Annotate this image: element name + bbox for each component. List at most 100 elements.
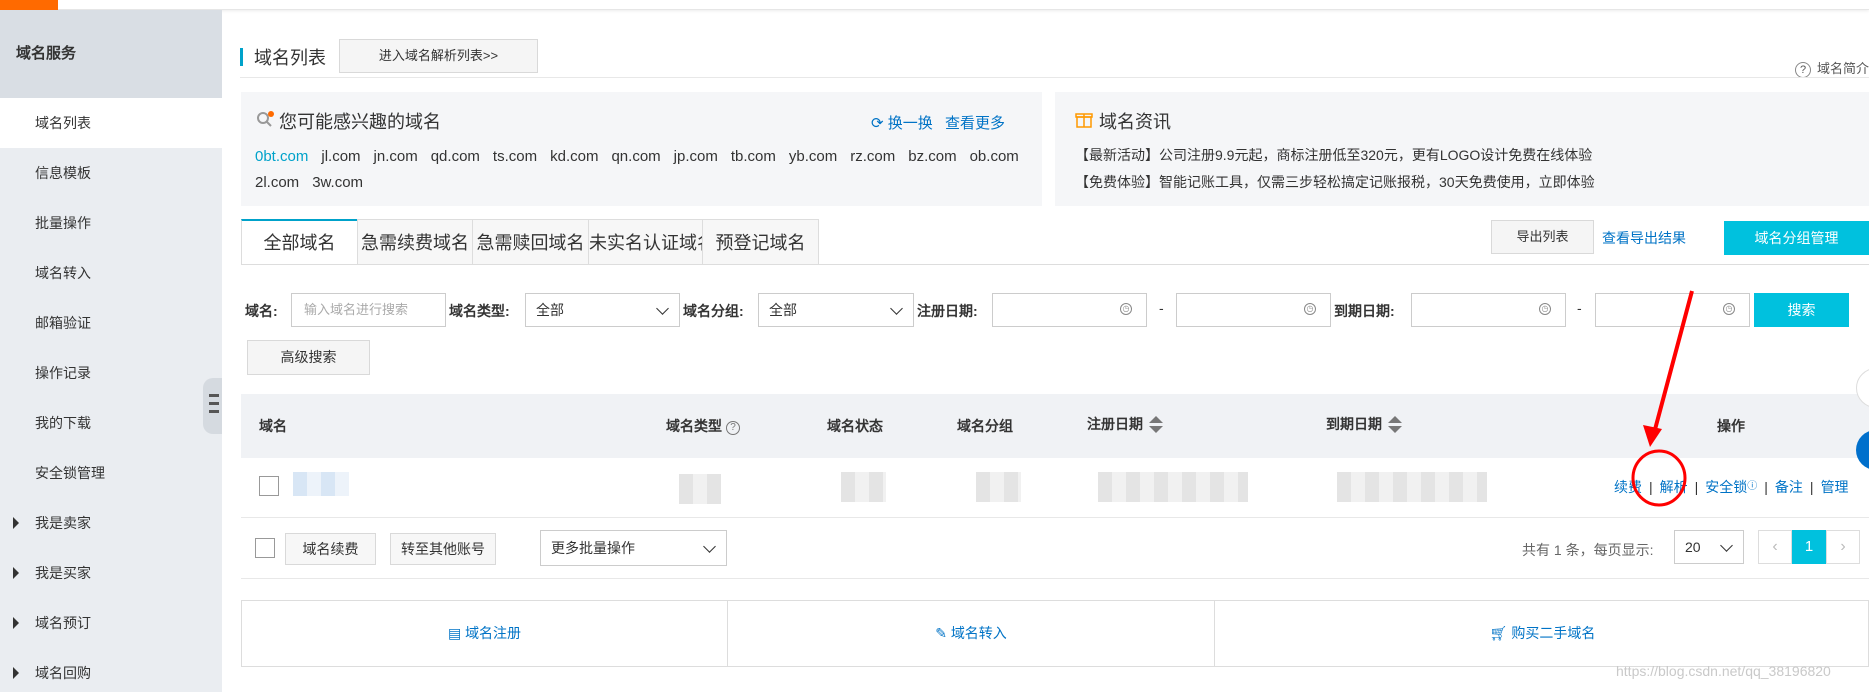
redacted-domain[interactable]: [293, 472, 349, 496]
help-link[interactable]: ? 域名简介: [1795, 58, 1869, 78]
group-select[interactable]: 全部: [758, 293, 914, 327]
refresh-link[interactable]: 换一换: [888, 115, 933, 132]
domain-suggestion[interactable]: qd.com: [431, 148, 480, 165]
domain-suggestion[interactable]: ob.com: [970, 148, 1019, 165]
news-item[interactable]: 【最新活动】公司注册9.9元起，商标注册低至320元，更有LOGO设计免费在线体…: [1075, 142, 1595, 169]
search-button[interactable]: 搜索: [1754, 293, 1849, 327]
page-size-select[interactable]: 20: [1674, 530, 1744, 564]
redacted-status: [841, 472, 886, 502]
reg-date-start-input[interactable]: ◷: [992, 293, 1147, 327]
note-link[interactable]: 备注: [1775, 479, 1803, 495]
sidebar-item-domain-list[interactable]: 域名列表: [0, 98, 222, 148]
buy-secondhand-link[interactable]: 🛒︎ 购买二手域名: [1215, 601, 1869, 666]
domain-suggestion[interactable]: jl.com: [321, 148, 360, 165]
separator: |: [1694, 479, 1699, 495]
menu-icon: [209, 402, 219, 405]
sidebar-item-batch-ops[interactable]: 批量操作: [0, 198, 222, 248]
exp-date-start-input[interactable]: ◷: [1411, 293, 1566, 327]
domain-search-input[interactable]: 输入域名进行搜索: [291, 293, 446, 327]
document-icon: ▤: [447, 625, 466, 641]
sidebar-item-info-template[interactable]: 信息模板: [0, 148, 222, 198]
export-list-button[interactable]: 导出列表: [1491, 220, 1594, 254]
page-1-button[interactable]: 1: [1792, 530, 1826, 564]
group-manage-button[interactable]: 域名分组管理: [1724, 221, 1869, 255]
next-page-button[interactable]: ›: [1826, 530, 1860, 564]
interest-domain-list: 0bt.com jl.com jn.com qd.com ts.com kd.com qn.…: [255, 144, 1035, 196]
domain-suggestion[interactable]: yb.com: [789, 148, 837, 165]
sidebar-item-buyer[interactable]: 我是买家: [0, 548, 222, 598]
news-item[interactable]: 【免费体验】智能记账工具，仅需三步轻松搞定记账报税，30天免费使用，立即体验: [1075, 169, 1595, 196]
tab-unverified[interactable]: 未实名认证域名: [588, 219, 715, 264]
sidebar-item-label: 信息模板: [35, 165, 91, 181]
security-lock-link[interactable]: 安全锁: [1705, 479, 1747, 495]
tab-all-domains[interactable]: 全部域名: [241, 219, 358, 265]
news-panel: 域名资讯 【最新活动】公司注册9.9元起，商标注册低至320元，更有LOGO设计…: [1055, 92, 1869, 206]
question-icon[interactable]: ⓘ: [1747, 481, 1757, 492]
tab-redeem-needed[interactable]: 急需赎回域名: [472, 219, 589, 264]
domain-suggestion[interactable]: kd.com: [550, 148, 598, 165]
caret-right-icon: [13, 517, 19, 529]
group-filter-label: 域名分组:: [683, 303, 744, 319]
sidebar-item-seller[interactable]: 我是卖家: [0, 498, 222, 548]
register-domain-label: 域名注册: [465, 625, 522, 641]
chevron-down-icon: [703, 540, 716, 553]
separator: |: [1809, 479, 1814, 495]
tab-preregistered[interactable]: 预登记域名: [702, 219, 819, 264]
col-exp-date[interactable]: 到期日期: [1326, 414, 1402, 435]
enter-dns-list-button[interactable]: 进入域名解析列表>>: [339, 39, 538, 73]
sidebar-item-transfer-in[interactable]: 域名转入: [0, 248, 222, 298]
clock-icon: ◷: [1120, 303, 1132, 315]
reg-date-end-input[interactable]: ◷: [1176, 293, 1331, 327]
question-icon[interactable]: ?: [726, 421, 740, 435]
domain-suggestion[interactable]: jp.com: [674, 148, 718, 165]
sidebar-item-reserve[interactable]: 域名预订: [0, 598, 222, 648]
domain-suggestion[interactable]: qn.com: [611, 148, 660, 165]
domain-suggestion[interactable]: jn.com: [374, 148, 418, 165]
domain-suggestion[interactable]: 2l.com: [255, 174, 299, 191]
prev-page-button[interactable]: ‹: [1758, 530, 1792, 564]
pencil-icon: ✎: [935, 625, 951, 641]
sidebar-item-label: 我的下载: [35, 415, 91, 431]
sidebar-item-buyback[interactable]: 域名回购: [0, 648, 222, 698]
register-domain-link[interactable]: ▤ 域名注册: [242, 601, 727, 666]
title-accent: [240, 48, 243, 66]
sidebar-item-op-log[interactable]: 操作记录: [0, 348, 222, 398]
row-checkbox[interactable]: [259, 476, 279, 496]
brand-logo[interactable]: [0, 0, 58, 10]
redacted-group: [976, 472, 1021, 502]
resolve-link[interactable]: 解析: [1660, 479, 1688, 495]
domain-suggestion[interactable]: rz.com: [850, 148, 895, 165]
col-actions: 操作: [1717, 418, 1745, 434]
view-more-link[interactable]: 查看更多: [945, 115, 1005, 132]
select-all-checkbox[interactable]: [255, 538, 275, 558]
manage-link[interactable]: 管理: [1821, 479, 1849, 495]
domain-suggestion[interactable]: 3w.com: [312, 174, 363, 191]
domain-suggestion[interactable]: ts.com: [493, 148, 537, 165]
tab-divider: [241, 264, 1869, 265]
sort-icon[interactable]: [1149, 415, 1163, 435]
clock-icon: ◷: [1304, 303, 1316, 315]
tab-renew-needed[interactable]: 急需续费域名: [357, 219, 473, 264]
sidebar-item-downloads[interactable]: 我的下载: [0, 398, 222, 448]
sort-icon[interactable]: [1388, 415, 1402, 435]
sidebar-collapse-handle[interactable]: [203, 378, 222, 434]
interest-panel: 您可能感兴趣的域名 ⟳ 换一换 查看更多 0bt.com jl.com jn.com…: [241, 92, 1042, 206]
advanced-search-button[interactable]: 高级搜索: [247, 340, 370, 375]
renew-link[interactable]: 续费: [1614, 479, 1642, 495]
transfer-domain-link[interactable]: ✎ 域名转入: [728, 601, 1214, 666]
batch-renew-button[interactable]: 域名续费: [285, 533, 376, 565]
batch-ops-select[interactable]: 更多批量操作: [540, 530, 727, 566]
type-select[interactable]: 全部: [525, 293, 680, 327]
domain-suggestion[interactable]: bz.com: [908, 148, 956, 165]
exp-date-end-input[interactable]: ◷: [1595, 293, 1750, 327]
interest-title-text: 您可能感兴趣的域名: [279, 112, 441, 132]
col-reg-date[interactable]: 注册日期: [1087, 414, 1163, 435]
transfer-account-button[interactable]: 转至其他账号: [390, 533, 496, 565]
domain-suggestion[interactable]: tb.com: [731, 148, 776, 165]
sidebar-item-label: 批量操作: [35, 215, 91, 231]
domain-suggestion[interactable]: 0bt.com: [255, 148, 308, 165]
sidebar-item-label: 操作记录: [35, 365, 91, 381]
sidebar-item-email-verify[interactable]: 邮箱验证: [0, 298, 222, 348]
sidebar-item-lock-manage[interactable]: 安全锁管理: [0, 448, 222, 498]
view-export-link[interactable]: 查看导出结果: [1602, 228, 1686, 248]
